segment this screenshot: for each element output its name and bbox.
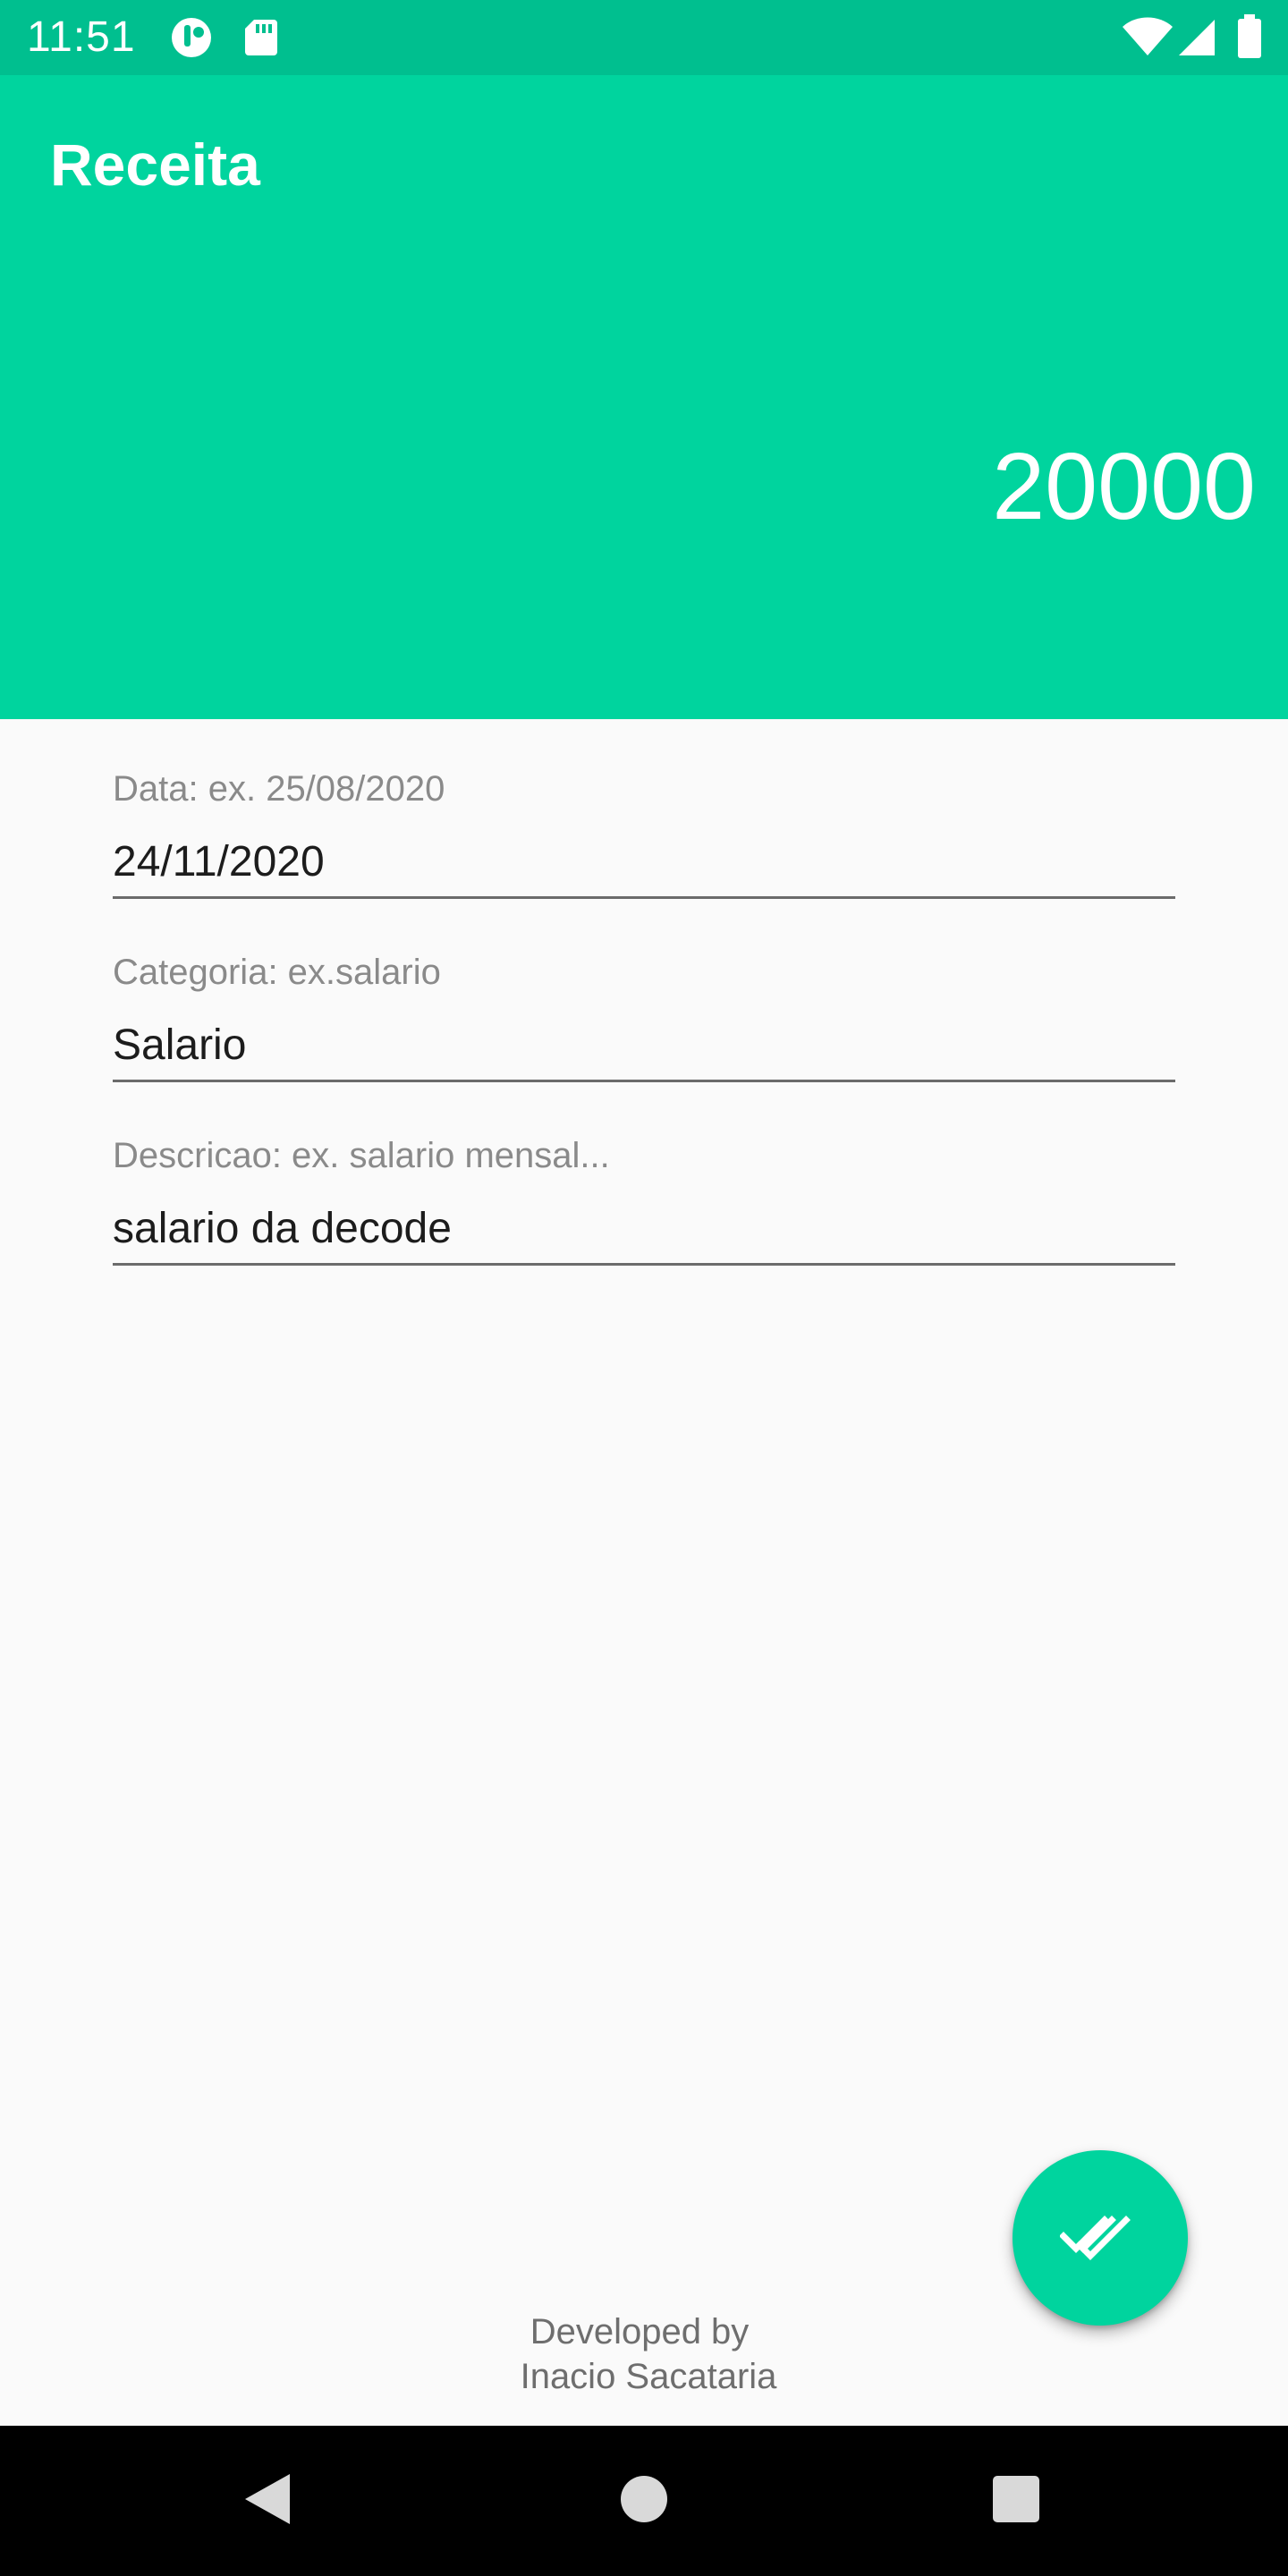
status-bar: 11:51 [0,0,1288,75]
confirm-fab-button[interactable] [1013,2150,1188,2326]
cell-signal-icon [1175,18,1216,62]
credits-line-1: Developed by [530,2312,750,2351]
app-header: Receita 20000 [0,75,1288,719]
double-check-icon [1059,2209,1140,2267]
category-input[interactable]: Salario [113,1021,1175,1082]
back-button[interactable] [233,2465,304,2537]
home-icon [619,2474,669,2529]
back-icon [242,2470,295,2532]
screen: 11:51 Receita 20000 Data: ex. 25/08/2020… [0,0,1288,2576]
date-field-label: Data: ex. 25/08/2020 [113,769,445,809]
category-field-label: Categoria: ex.salario [113,953,441,992]
recents-button[interactable] [980,2465,1052,2537]
sd-card-icon [243,18,279,62]
status-time: 11:51 [27,13,136,61]
app-notification-icon [170,16,216,64]
credits-line-2: Inacio Sacataria [520,2357,777,2396]
wifi-icon [1122,16,1174,62]
page-title: Receita [50,131,260,198]
description-field-label: Descricao: ex. salario mensal... [113,1136,610,1175]
recents-icon [991,2474,1041,2529]
home-button[interactable] [608,2465,680,2537]
developer-credits: Developed by Inacio Sacataria [0,2309,1288,2399]
amount-display: 20000 [992,434,1256,539]
system-nav-bar [0,2426,1288,2576]
date-input[interactable]: 24/11/2020 [113,837,1175,899]
description-input[interactable]: salario da decode [113,1204,1175,1266]
battery-icon [1236,14,1263,64]
